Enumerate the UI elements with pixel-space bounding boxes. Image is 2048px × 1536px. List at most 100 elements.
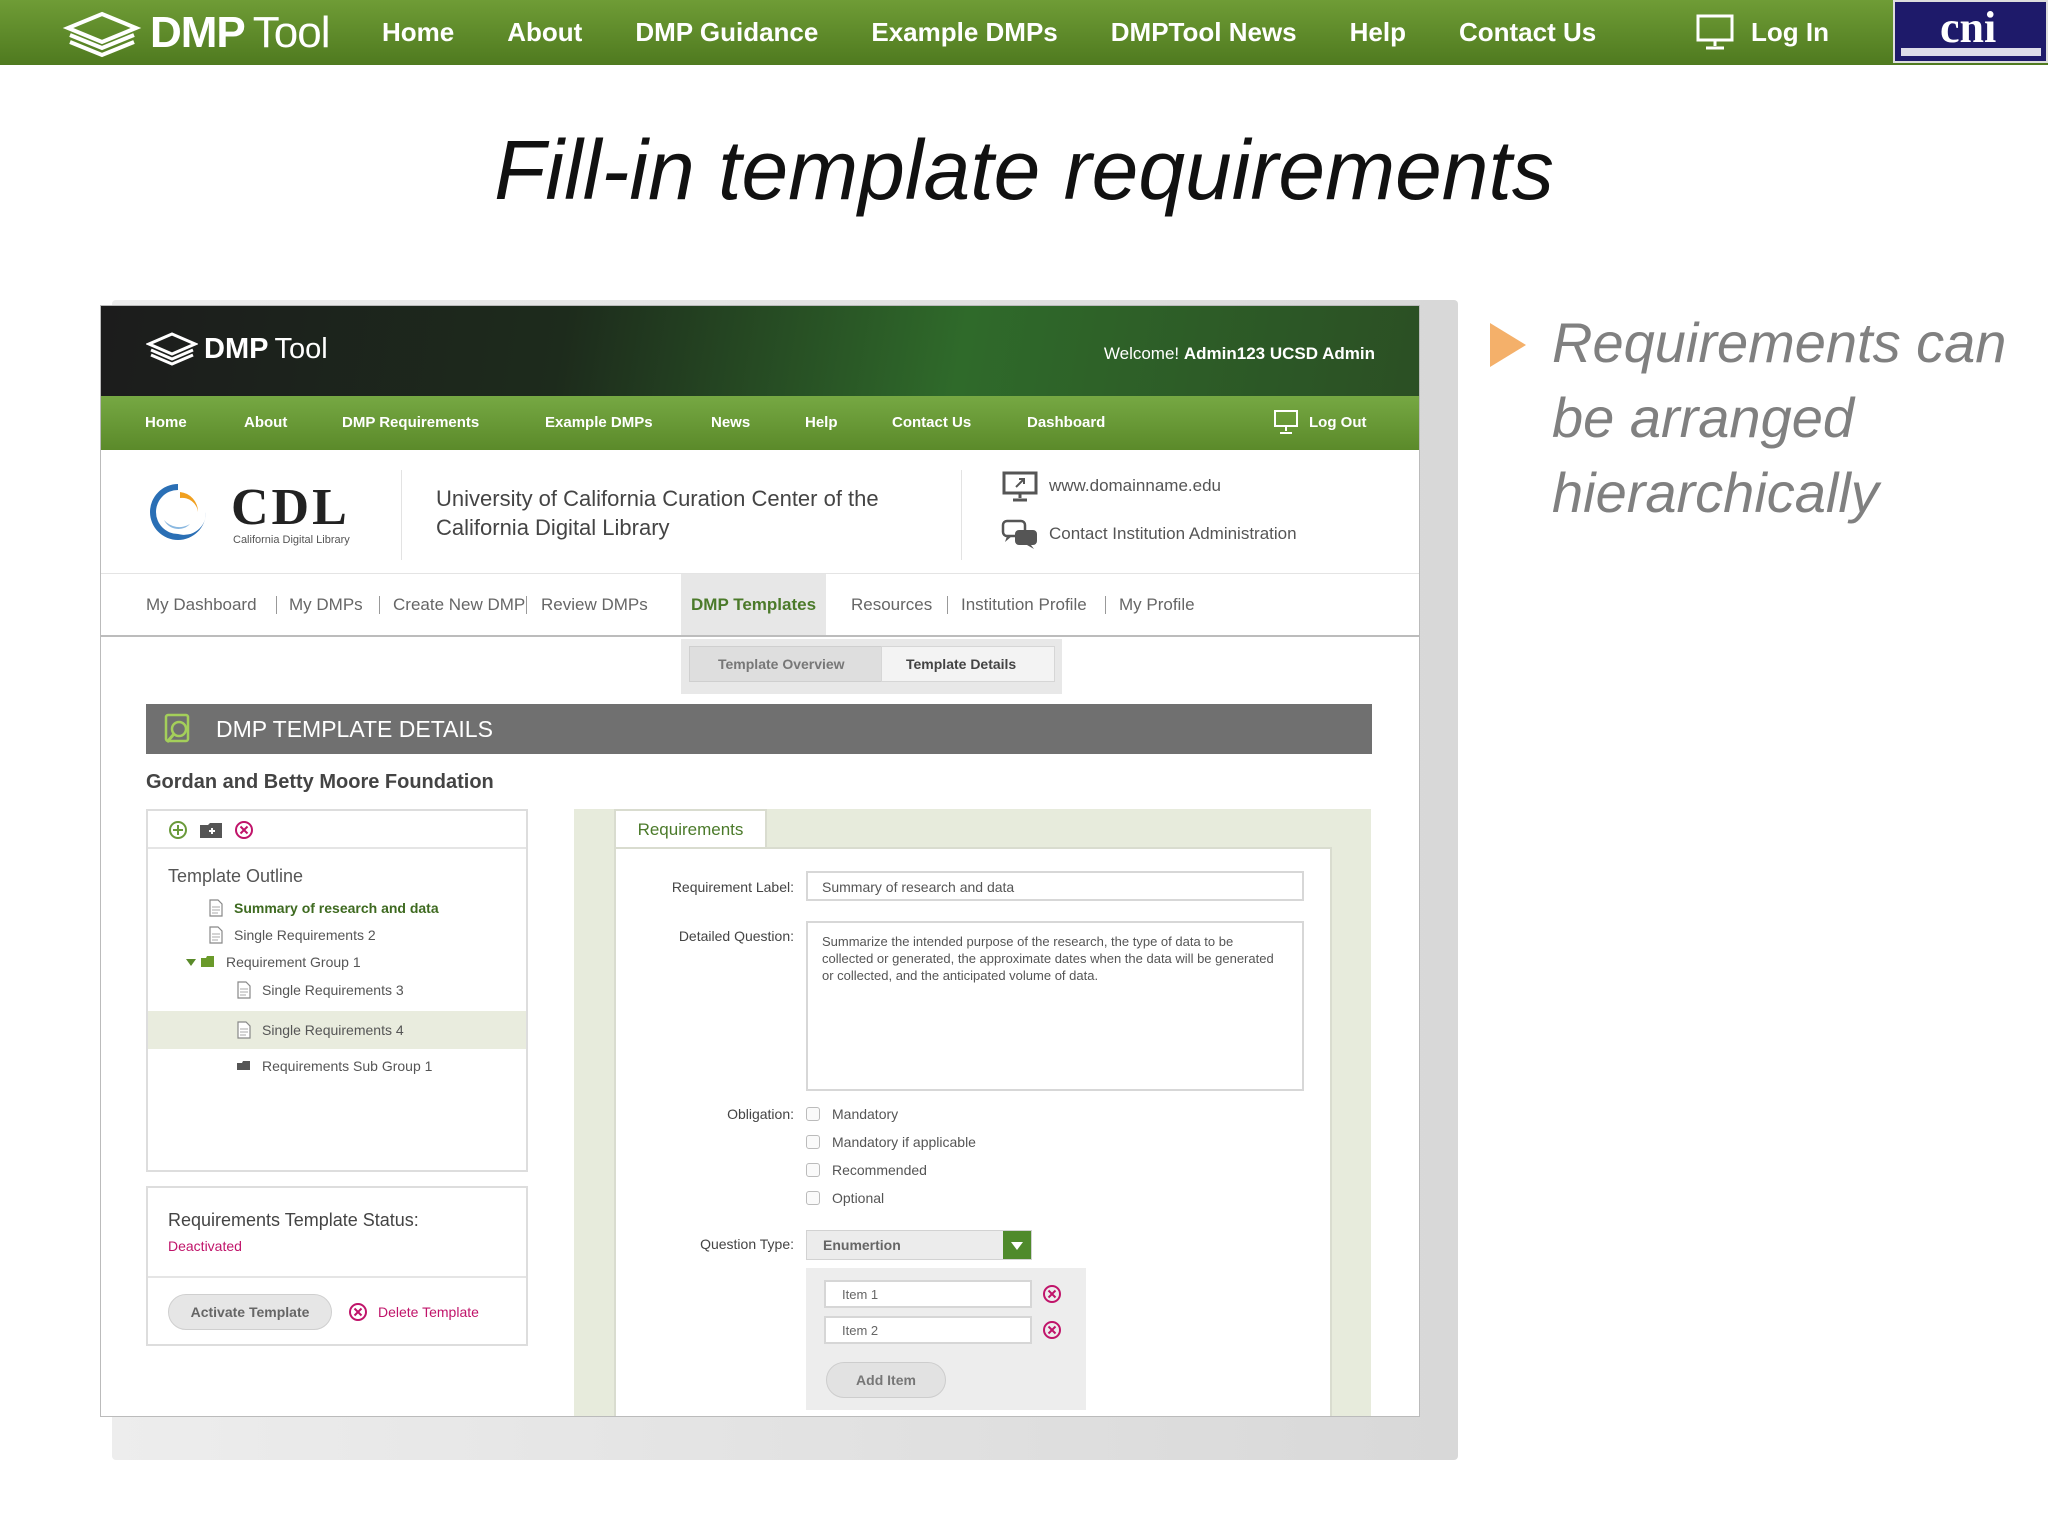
welcome-user: Admin123 UCSD Admin: [1183, 344, 1375, 363]
nav-contact-us[interactable]: Contact Us: [1459, 17, 1596, 48]
app-nav-contact-us[interactable]: Contact Us: [892, 414, 971, 431]
add-icon[interactable]: [168, 820, 188, 840]
checkbox-label: Recommended: [832, 1162, 927, 1178]
obligation-optional-checkbox[interactable]: Optional: [806, 1190, 884, 1206]
add-item-button[interactable]: Add Item: [826, 1362, 946, 1398]
bullet-triangle-icon: [1490, 323, 1526, 367]
obligation-recommended-checkbox[interactable]: Recommended: [806, 1162, 927, 1178]
tab-separator: [526, 596, 527, 614]
nav-dmptool-news[interactable]: DMPTool News: [1111, 17, 1297, 48]
outline-item-label: Requirement Group 1: [226, 954, 361, 970]
outline-item-label: Single Requirements 4: [262, 1022, 404, 1038]
outline-item[interactable]: Single Requirements 3: [236, 979, 404, 1001]
obligation-mandatory-checkbox[interactable]: Mandatory: [806, 1106, 898, 1122]
top-navigation-bar: DMP Tool Home About DMP Guidance Example …: [0, 0, 2048, 65]
app-brand-light: Tool: [274, 332, 328, 365]
app-nav-example-dmps[interactable]: Example DMPs: [545, 414, 653, 431]
slide-title: Fill-in template requirements: [494, 123, 1554, 217]
magnifier-document-icon: [164, 713, 190, 743]
outline-item-selected[interactable]: Single Requirements 4: [236, 1019, 404, 1041]
cdl-logo-text: CDL: [231, 479, 350, 536]
tab-create-new-dmp[interactable]: Create New DMP: [393, 574, 525, 635]
app-nav-news[interactable]: News: [711, 414, 750, 431]
welcome-prefix: Welcome!: [1103, 344, 1180, 363]
enum-item-input[interactable]: Item 1: [824, 1280, 1032, 1308]
outline-item[interactable]: Summary of research and data: [208, 897, 439, 919]
checkbox[interactable]: [806, 1191, 820, 1205]
delete-template-label: Delete Template: [378, 1304, 479, 1320]
app-nav-home[interactable]: Home: [145, 414, 187, 431]
app-logo[interactable]: DMP Tool: [146, 331, 328, 367]
delete-template-button[interactable]: Delete Template: [348, 1302, 479, 1322]
outline-group[interactable]: Requirement Group 1: [186, 951, 361, 973]
question-type-select[interactable]: Enumertion: [806, 1230, 1032, 1260]
expand-triangle-icon[interactable]: [186, 958, 196, 966]
folder-icon[interactable]: [198, 820, 224, 840]
nav-example-dmps[interactable]: Example DMPs: [871, 17, 1057, 48]
login-label: Log In: [1751, 16, 1829, 47]
app-nav-dashboard[interactable]: Dashboard: [1027, 414, 1105, 431]
tab-my-dmps[interactable]: My DMPs: [289, 574, 363, 635]
app-header: DMP Tool Welcome! Admin123 UCSD Admin: [101, 306, 1419, 396]
checkbox[interactable]: [806, 1107, 820, 1121]
requirement-label-input[interactable]: Summary of research and data: [806, 871, 1304, 901]
institution-website-link[interactable]: www.domainname.edu: [1001, 470, 1221, 502]
logout-label: Log Out: [1309, 413, 1367, 431]
embedded-app-screenshot: DMP Tool Welcome! Admin123 UCSD Admin Hom…: [100, 305, 1420, 1417]
outline-subgroup[interactable]: Requirements Sub Group 1: [236, 1055, 432, 1077]
nav-home[interactable]: Home: [382, 17, 454, 48]
folder-icon: [237, 1061, 250, 1070]
outline-item[interactable]: Single Requirements 2: [208, 924, 376, 946]
dmptool-layers-icon: [146, 332, 198, 366]
brand-name-light: Tool: [252, 8, 331, 57]
chevron-down-icon[interactable]: [1003, 1231, 1031, 1259]
login-link[interactable]: Log In: [1695, 12, 1829, 52]
obligation-mandatory-if-applicable-checkbox[interactable]: Mandatory if applicable: [806, 1134, 976, 1150]
tab-review-dmps[interactable]: Review DMPs: [541, 574, 648, 635]
app-nav-help[interactable]: Help: [805, 414, 838, 431]
breadcrumb-template-details[interactable]: Template Details: [881, 646, 1055, 682]
remove-icon[interactable]: [234, 820, 254, 840]
tab-requirements[interactable]: Requirements: [614, 809, 767, 849]
cni-tagline-strip: [1901, 48, 2041, 56]
outline-toolbar: [148, 811, 526, 849]
obligation-label: Obligation:: [727, 1106, 794, 1122]
institution-name: University of California Curation Center…: [436, 486, 879, 540]
checkbox[interactable]: [806, 1163, 820, 1177]
panel-title: DMP TEMPLATE DETAILS: [216, 716, 493, 742]
checkbox[interactable]: [806, 1135, 820, 1149]
dashboard-tabs: My Dashboard My DMPs Create New DMP Revi…: [101, 574, 1419, 637]
dmptool-logo[interactable]: DMP Tool: [62, 8, 330, 58]
outline-item-label: Single Requirements 3: [262, 982, 404, 998]
question-type-value: Enumertion: [823, 1237, 901, 1253]
cdl-swirl-logo-icon: [150, 484, 207, 540]
enum-item-input[interactable]: Item 2: [824, 1316, 1032, 1344]
cni-logo-text: cni: [1940, 3, 1997, 52]
tab-my-profile[interactable]: My Profile: [1119, 574, 1195, 635]
remove-icon[interactable]: [1042, 1284, 1062, 1304]
nav-help[interactable]: Help: [1350, 17, 1406, 48]
remove-icon[interactable]: [1042, 1320, 1062, 1340]
nav-dmp-guidance[interactable]: DMP Guidance: [635, 17, 818, 48]
tab-separator: [276, 596, 277, 614]
tab-dmp-templates[interactable]: DMP Templates: [681, 574, 827, 635]
tab-resources[interactable]: Resources: [851, 574, 932, 635]
tab-institution-profile[interactable]: Institution Profile: [961, 574, 1087, 635]
requirement-label-label: Requirement Label:: [671, 879, 794, 895]
logout-link[interactable]: Log Out: [1273, 408, 1366, 436]
activate-template-button[interactable]: Activate Template: [168, 1294, 332, 1330]
detailed-question-textarea[interactable]: Summarize the intended purpose of the re…: [806, 921, 1304, 1091]
breadcrumb-template-overview[interactable]: Template Overview: [689, 646, 889, 682]
cni-logo[interactable]: cni: [1893, 0, 2048, 63]
tab-my-dashboard[interactable]: My Dashboard: [146, 574, 257, 635]
nav-about[interactable]: About: [507, 17, 582, 48]
contact-institution-link[interactable]: Contact Institution Administration: [1001, 518, 1297, 550]
outline-title: Template Outline: [168, 866, 304, 886]
checkbox-label: Optional: [832, 1190, 885, 1206]
app-nav-about[interactable]: About: [244, 414, 287, 431]
app-nav-dmp-requirements[interactable]: DMP Requirements: [342, 414, 479, 431]
tab-separator: [947, 596, 948, 614]
chat-bubbles-icon: [1001, 519, 1037, 549]
folder-open-icon: [201, 956, 214, 967]
enumeration-items: Item 1 Item 2 Add Item: [806, 1268, 1086, 1410]
